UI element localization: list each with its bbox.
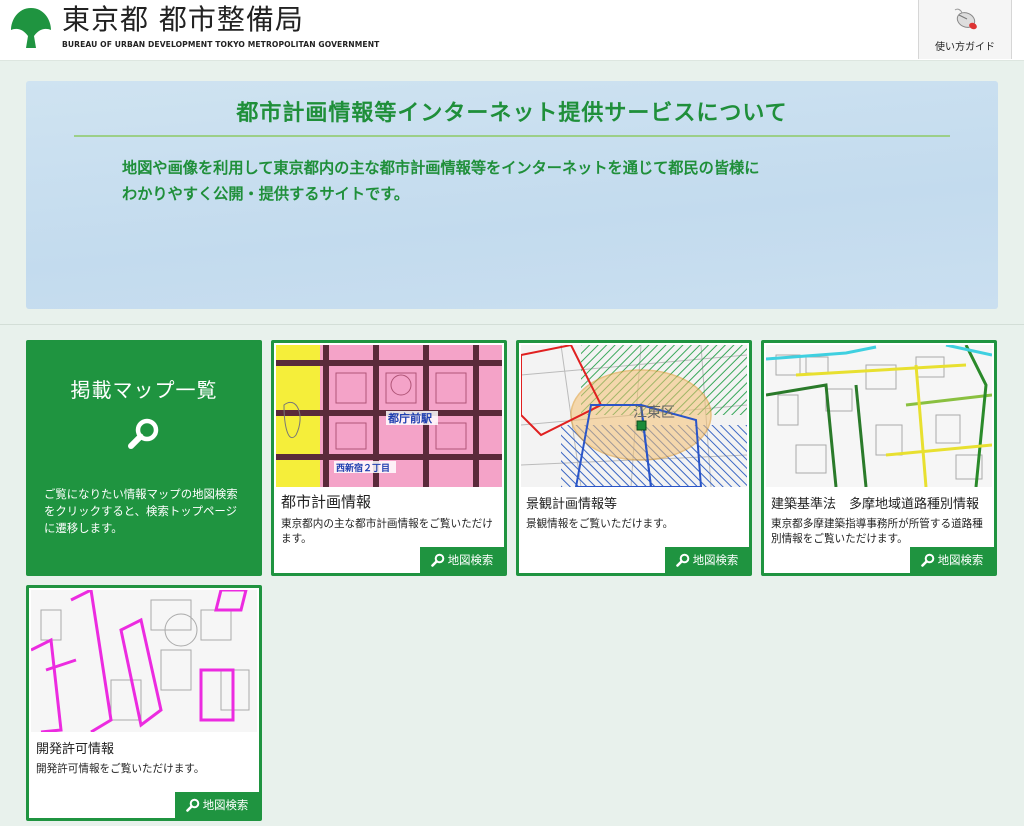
usage-guide-button[interactable]: 使い方ガイド [918,0,1012,59]
map-list-instructions: ご覧になりたい情報マップの地図検索をクリックすると、検索トップページに遷移します… [44,487,238,535]
card-title: 建築基準法 多摩地域道路種別情報 [771,497,980,512]
map-search-label: 地図検索 [937,553,984,567]
map-list-title: 掲載マップ一覧 [70,378,218,402]
development-permit-map-thumbnail[interactable] [31,590,257,732]
about-divider [74,135,950,137]
search-icon [430,553,445,567]
map-search-button[interactable]: 地図検索 [175,792,259,818]
landscape-map-thumbnail[interactable]: 江東区 [521,345,747,487]
card-description: 東京都多摩建築指導事務所が所管する道路種別情報をご覧いただけます。 [771,518,983,545]
card-title: 景観計画情報等 [526,497,618,512]
card-description: 景観情報をご覧いただけます。 [526,518,674,530]
card-description: 東京都内の主な都市計画情報をご覧いただけます。 [281,518,493,545]
map-card-landscape-planning[interactable]: 江東区 景観計画情報等 景観情報をご覧いただけます。 地図検索 [516,340,752,576]
section-divider [0,324,1024,325]
site-subtitle: BUREAU OF URBAN DEVELOPMENT TOKYO METROP… [62,40,380,49]
mouse-pointer-icon [954,8,977,30]
map-search-button[interactable]: 地図検索 [420,547,504,573]
site-title[interactable]: 東京都 都市整備局 [62,4,304,36]
urban-planning-map-thumbnail[interactable]: 都庁前駅 西新宿２丁目 [276,345,502,487]
map-label-koto: 江東区 [633,405,675,421]
card-description: 開発許可情報をご覧いただけます。 [36,763,205,775]
tokyo-ginkgo-logo-icon[interactable] [10,6,52,50]
about-panel: 都市計画情報等インターネット提供サービスについて 地図や画像を利用して東京都内の… [26,81,998,309]
map-search-button[interactable]: 地図検索 [665,547,749,573]
about-title: 都市計画情報等インターネット提供サービスについて [236,101,788,126]
search-icon [128,418,159,449]
usage-guide-label: 使い方ガイド [935,42,995,53]
about-description: 地図や画像を利用して東京都内の主な都市計画情報等をインターネットを通じて都民の皆… [122,155,922,207]
map-search-label: 地図検索 [202,798,249,812]
search-icon [920,553,935,567]
map-label-nishishinjuku: 西新宿２丁目 [336,462,390,474]
map-search-button[interactable]: 地図検索 [910,547,994,573]
card-title: 都市計画情報 [281,493,372,511]
about-line-2: わかりやすく公開・提供するサイトです。 [122,185,410,203]
map-card-road-type[interactable]: 建築基準法 多摩地域道路種別情報 東京都多摩建築指導事務所が所管する道路種別情報… [761,340,997,576]
map-search-label: 地図検索 [447,553,494,567]
about-line-1: 地図や画像を利用して東京都内の主な都市計画情報等をインターネットを通じて都民の皆… [122,159,760,177]
map-label-tochomae: 都庁前駅 [387,411,432,425]
search-icon [185,798,200,812]
map-search-label: 地図検索 [692,553,739,567]
map-card-urban-planning[interactable]: 都庁前駅 西新宿２丁目 都市計画情報 東京都内の主な都市計画情報をご覧いただけま… [271,340,507,576]
search-icon [675,553,690,567]
map-card-development-permit[interactable]: 開発許可情報 開発許可情報をご覧いただけます。 地図検索 [26,585,262,821]
road-type-map-thumbnail[interactable] [766,345,992,487]
site-header: 東京都 都市整備局 BUREAU OF URBAN DEVELOPMENT TO… [0,0,1024,61]
card-title: 開発許可情報 [36,742,115,757]
map-list-intro: 掲載マップ一覧 ご覧になりたい情報マップの地図検索をクリックすると、検索トップペ… [26,340,262,576]
